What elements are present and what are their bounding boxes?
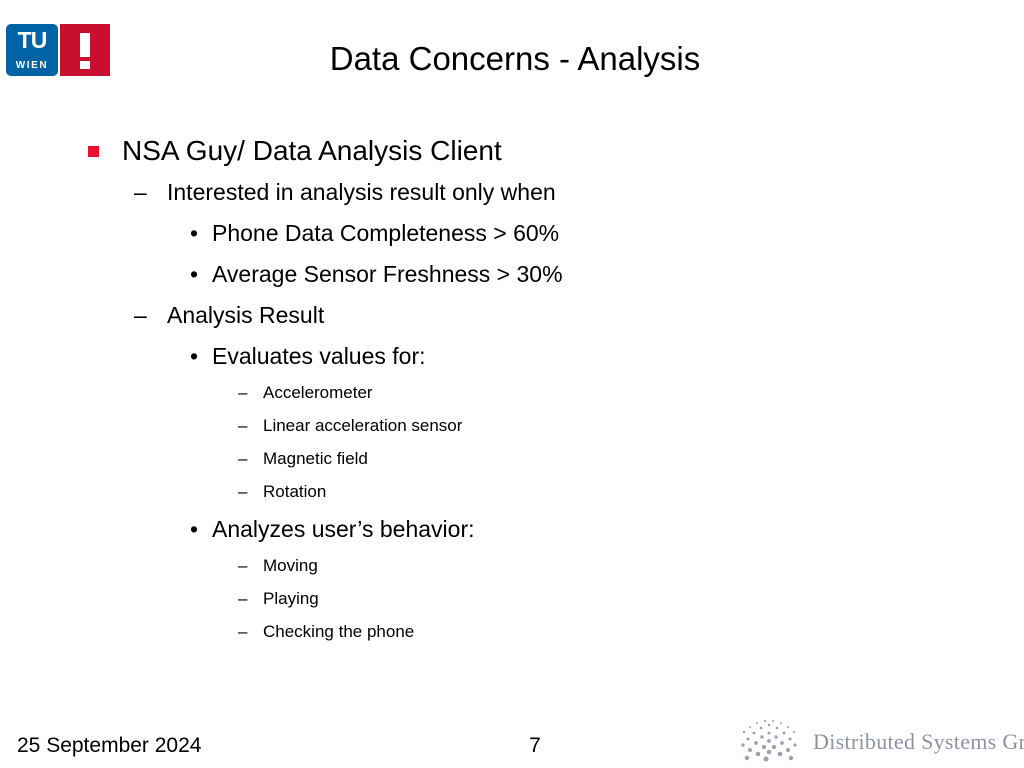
distributed-systems-group-logo: Distributed Systems Group: [735, 716, 1024, 766]
square-bullet-icon: [88, 146, 99, 157]
bullet-item-level3: • Evaluates values for:: [0, 340, 1024, 381]
bullet-item-level3: • Analyzes user’s behavior:: [0, 513, 1024, 554]
bullet-text: Average Sensor Freshness > 30%: [212, 261, 563, 287]
page-title: Data Concerns - Analysis: [329, 40, 701, 77]
bullet-item-level3: • Average Sensor Freshness > 30%: [0, 258, 1024, 299]
bullet-text: Accelerometer: [263, 383, 373, 402]
bullet-text: Checking the phone: [263, 622, 415, 641]
bullet-item-level4: – Accelerometer: [0, 381, 1024, 414]
bullet-text: Phone Data Completeness > 60%: [212, 220, 560, 246]
bullet-text: Magnetic field: [263, 449, 368, 468]
bullet-item-level3: • Phone Data Completeness > 60%: [0, 217, 1024, 258]
bullet-item-level4: – Playing: [0, 587, 1024, 620]
dash-bullet-icon: –: [238, 556, 248, 575]
bullet-text: Evaluates values for:: [212, 343, 426, 369]
bullet-item-level4: – Rotation: [0, 480, 1024, 513]
round-bullet-icon: •: [190, 261, 199, 287]
dash-bullet-icon: –: [238, 589, 248, 608]
footer-page-number: 7: [529, 734, 541, 757]
round-bullet-icon: •: [190, 220, 199, 246]
bullet-text: Moving: [263, 556, 318, 575]
presentation-slide: TU WIEN Data Concerns - Analysis NSA Guy…: [0, 0, 1024, 768]
bullet-item-level4: – Checking the phone: [0, 620, 1024, 653]
exclamation-icon-dot: [80, 61, 90, 69]
exclamation-icon-bar: [80, 33, 90, 57]
bullet-item-level2: – Analysis Result: [0, 299, 1024, 340]
bullet-text: Rotation: [263, 482, 327, 501]
organization-name: Distributed Systems Group: [813, 729, 1024, 754]
bullet-text: Linear acceleration sensor: [263, 416, 463, 435]
bullet-item-level2: – Interested in analysis result only whe…: [0, 176, 1024, 217]
dash-bullet-icon: –: [238, 482, 248, 501]
dash-bullet-icon: –: [238, 622, 248, 641]
tu-wien-logo: TU WIEN: [6, 24, 110, 78]
tu-wien-logo-city: WIEN: [15, 60, 49, 71]
bullet-text: Interested in analysis result only when: [167, 179, 556, 205]
bullet-item-level1: NSA Guy/ Data Analysis Client: [0, 132, 1024, 176]
round-bullet-icon: •: [190, 516, 199, 542]
bullet-text: Playing: [263, 589, 319, 608]
dot-cluster-icon: [741, 719, 797, 762]
bullet-item-level4: – Magnetic field: [0, 447, 1024, 480]
tu-wien-logo-red-square: [60, 24, 110, 76]
dash-bullet-icon: –: [134, 302, 147, 328]
bullet-text: Analysis Result: [167, 302, 325, 328]
footer-date: 25 September 2024: [17, 734, 202, 757]
dash-bullet-icon: –: [134, 179, 147, 205]
bullet-text: NSA Guy/ Data Analysis Client: [122, 135, 502, 166]
dash-bullet-icon: –: [238, 449, 248, 468]
dash-bullet-icon: –: [238, 416, 248, 435]
dash-bullet-icon: –: [238, 383, 248, 402]
tu-wien-logo-letters: TU: [17, 27, 48, 53]
bullet-text: Analyzes user’s behavior:: [212, 516, 475, 542]
bullet-item-level4: – Linear acceleration sensor: [0, 414, 1024, 447]
slide-body: NSA Guy/ Data Analysis Client – Interest…: [0, 132, 1024, 653]
round-bullet-icon: •: [190, 343, 199, 369]
tu-wien-logo-blue-square: TU WIEN: [6, 24, 58, 76]
bullet-item-level4: – Moving: [0, 554, 1024, 587]
